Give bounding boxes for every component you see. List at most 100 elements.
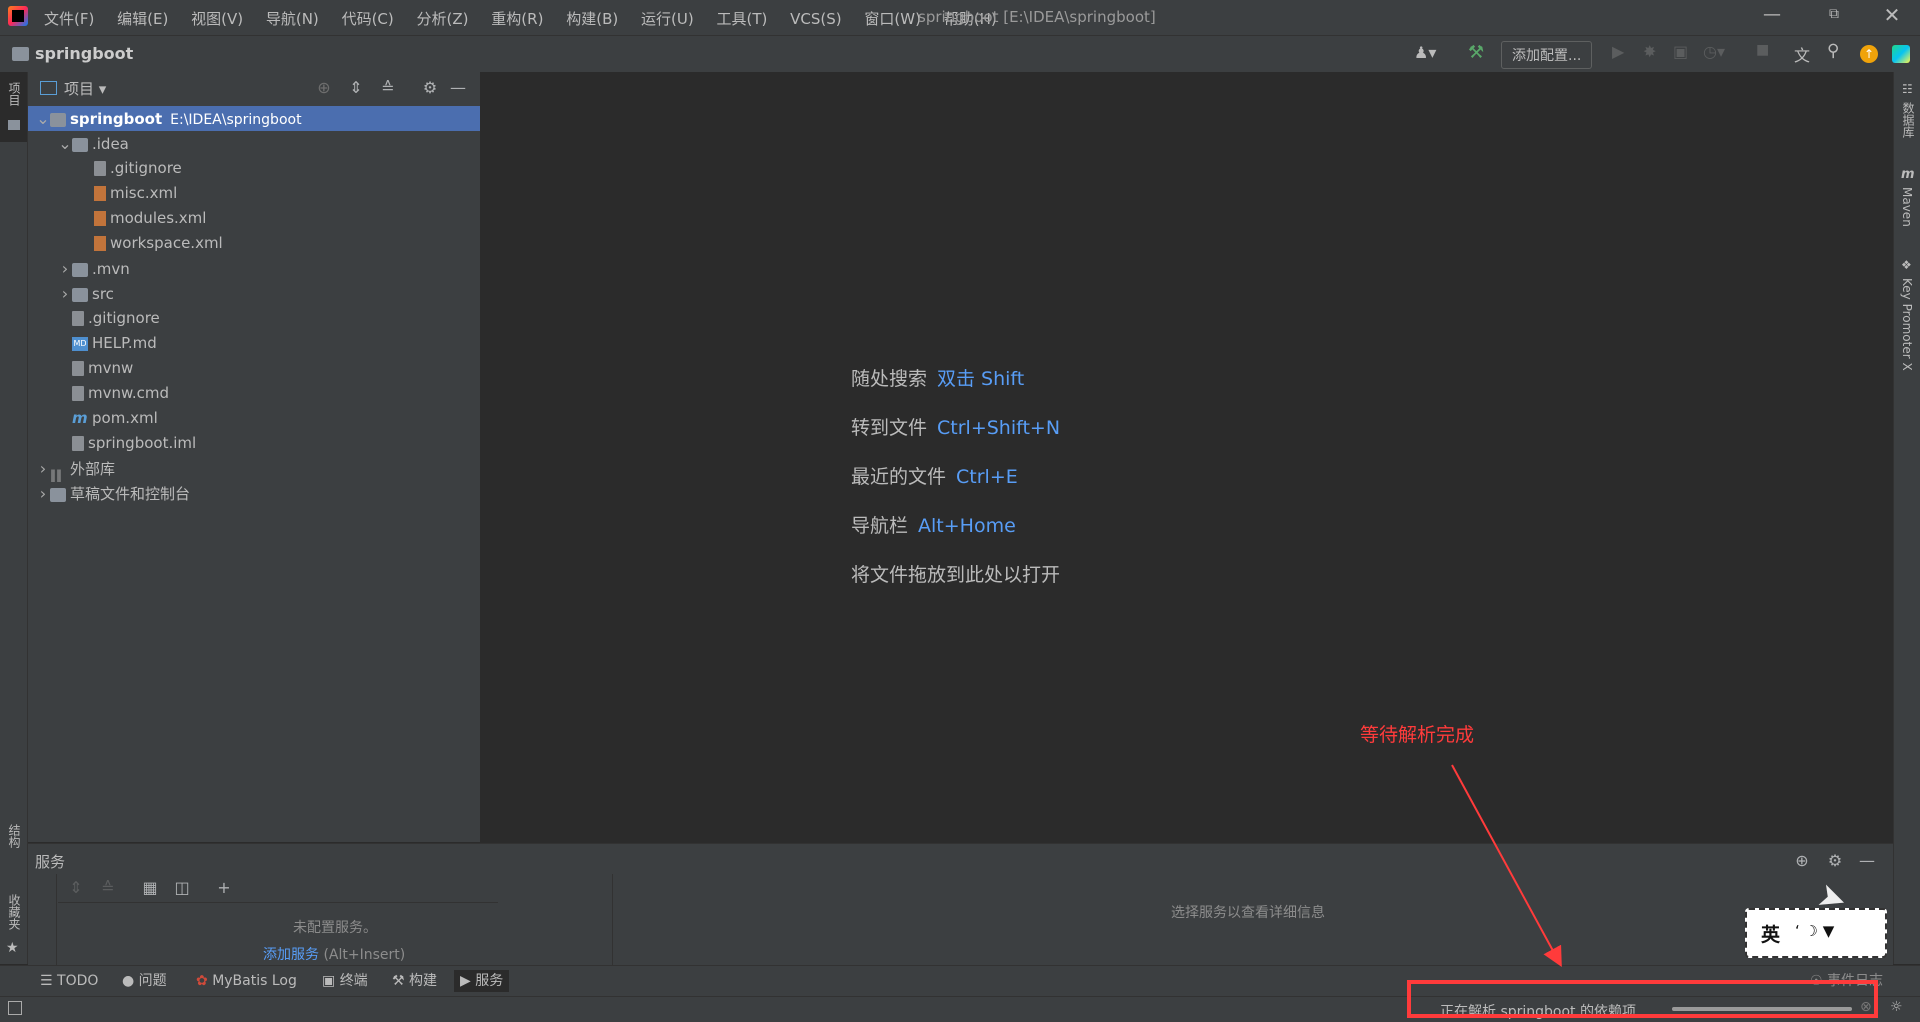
tree-item[interactable]: mvnw.cmd [28,381,480,406]
navigation-bar: springboot ♟▾ ⚒ 添加配置... ▶ ✸ ▣ ◷▾ ■ 文 ⚲ ↑ [0,36,1920,73]
add-icon[interactable]: + [214,878,234,898]
add-configuration-button[interactable]: 添加配置... [1501,41,1593,69]
status-bar: 正在解析 springboot 的依赖项... ⊗ ☼ [0,980,1920,1022]
database-tab-label: 数据库 [1901,102,1915,138]
group-by-icon[interactable]: ▦ [140,878,160,898]
tree-item[interactable]: misc.xml [28,181,480,206]
editor-hint: 随处搜索 双击 Shift [851,364,1024,391]
menu-edit[interactable]: 编辑(E) [117,10,168,28]
build-tab[interactable]: ⚒ 构建 [392,970,437,992]
tree-item-label: .gitignore [88,309,160,327]
tree-item[interactable]: ⌄ .idea [28,131,480,156]
folder-icon [72,262,88,277]
run-icon[interactable]: ▶ [1612,42,1624,61]
gear-icon[interactable]: ⚙ [1825,851,1845,871]
menu-code[interactable]: 代码(C) [342,10,394,28]
tree-item[interactable]: › ‖‖ 外部库 [28,456,480,482]
gear-icon[interactable]: ⚙ [420,78,440,98]
hint-shortcut: Ctrl+E [956,466,1018,488]
library-icon: ‖‖ [50,467,62,482]
minimize-button[interactable]: — [1760,4,1784,25]
toggle-tool-windows-icon[interactable] [8,1001,22,1015]
services-divider [612,874,613,966]
menu-file[interactable]: 文件(F) [44,10,94,28]
menu-navigate[interactable]: 导航(N) [266,10,319,28]
locate-icon[interactable]: ⊕ [314,78,334,98]
problems-tab[interactable]: ● 问题 [122,970,167,992]
key-promoter-tool-tab[interactable]: ❖ Key Promoter X [1894,258,1920,388]
favorites-tool-tab[interactable]: 收藏夹 ★ [0,890,27,960]
expand-all-icon[interactable]: ⇕ [346,78,366,98]
locate-icon[interactable]: ⊕ [1792,851,1812,871]
tree-item[interactable]: m pom.xml [28,406,480,431]
tree-item-label: modules.xml [110,209,207,227]
chevron-right-icon[interactable]: › [58,281,72,306]
tree-item[interactable]: workspace.xml [28,231,480,256]
editor-empty-area[interactable]: 随处搜索 双击 Shift 转到文件 Ctrl+Shift+N 最近的文件 Ctrl+E 导… [481,72,1893,842]
tree-item[interactable]: MD HELP.md [28,331,480,356]
todo-tab-label: TODO [57,973,99,989]
intellij-logo-icon[interactable] [8,6,28,26]
menu-refactor[interactable]: 重构(R) [491,10,543,28]
tree-item[interactable]: › .mvn [28,256,480,281]
terminal-tab[interactable]: ▣ 终端 [322,970,368,992]
user-icon[interactable]: ♟▾ [1414,43,1436,62]
star-icon: ★ [6,940,19,956]
favorites-tab-label: 收藏夹 [7,894,21,930]
translate-icon[interactable]: 文 [1794,42,1810,66]
collapse-all-icon[interactable]: ≙ [378,78,398,98]
breadcrumb[interactable]: springboot [35,44,133,63]
debug-icon[interactable]: ✸ [1643,42,1656,61]
chevron-right-icon[interactable]: › [36,481,50,506]
close-button[interactable]: ✕ [1880,3,1904,27]
expand-all-icon[interactable]: ⇕ [66,878,86,898]
project-view-icon [40,81,57,95]
project-view-selector[interactable]: 项目 ▾ [64,78,106,99]
build-hammer-icon[interactable]: ⚒ [1468,42,1484,63]
tree-item[interactable]: .gitignore [28,306,480,331]
tree-item[interactable]: ⌄ springboot E:\IDEA\springboot [28,106,480,131]
add-service-link[interactable]: 添加服务 [263,947,319,963]
menu-window[interactable]: 窗口(W) [864,10,921,28]
tree-item[interactable]: › src [28,281,480,306]
chevron-down-icon[interactable]: ⌄ [58,131,72,156]
folder-icon [12,47,29,61]
update-icon[interactable]: ↑ [1860,45,1878,63]
notifications-icon[interactable]: ☼ [1890,999,1903,1015]
hide-panel-icon[interactable]: — [1857,851,1877,871]
menu-build[interactable]: 构建(B) [566,10,618,28]
stop-icon[interactable]: ■ [1756,42,1769,58]
restore-button[interactable]: ⧉ [1822,6,1846,22]
chevron-right-icon[interactable]: › [36,456,50,481]
module-folder-icon [50,112,66,127]
tree-item[interactable]: modules.xml [28,206,480,231]
search-icon[interactable]: ⚲ [1827,41,1839,61]
tree-item[interactable]: .gitignore [28,156,480,181]
hide-panel-icon[interactable]: — [448,78,468,98]
todo-tab[interactable]: ☰ TODO [40,970,98,992]
services-tab-label: 服务 [475,973,504,989]
mybatis-log-tab[interactable]: ✿ MyBatis Log [196,970,297,992]
database-tool-tab[interactable]: ☷ 数据库 [1894,82,1920,162]
menu-run[interactable]: 运行(U) [641,10,694,28]
collapse-all-icon[interactable]: ≙ [98,878,118,898]
services-tab[interactable]: ▶ 服务 [454,970,510,992]
chevron-down-icon[interactable]: ⌄ [36,106,50,131]
tree-item[interactable]: springboot.iml [28,431,480,456]
maven-tool-tab[interactable]: m Maven [1894,167,1920,257]
project-tool-tab[interactable]: 项目 [0,72,27,142]
tree-item[interactable]: mvnw [28,356,480,381]
plugin-icon[interactable] [1892,45,1910,63]
build-tab-label: 构建 [409,973,438,989]
profile-icon[interactable]: ◷▾ [1703,42,1725,61]
ime-widget[interactable]: 英 ‘ ☽ ▼ [1745,908,1887,958]
menu-tools[interactable]: 工具(T) [716,10,767,28]
filter-icon[interactable]: ◫ [172,878,192,898]
menu-analyze[interactable]: 分析(Z) [417,10,469,28]
chevron-right-icon[interactable]: › [58,256,72,281]
structure-tool-tab[interactable]: 结构 [0,820,27,870]
menu-view[interactable]: 视图(V) [191,10,243,28]
menu-vcs[interactable]: VCS(S) [790,10,841,28]
tree-item[interactable]: › 草稿文件和控制台 [28,481,480,506]
coverage-icon[interactable]: ▣ [1673,42,1688,61]
